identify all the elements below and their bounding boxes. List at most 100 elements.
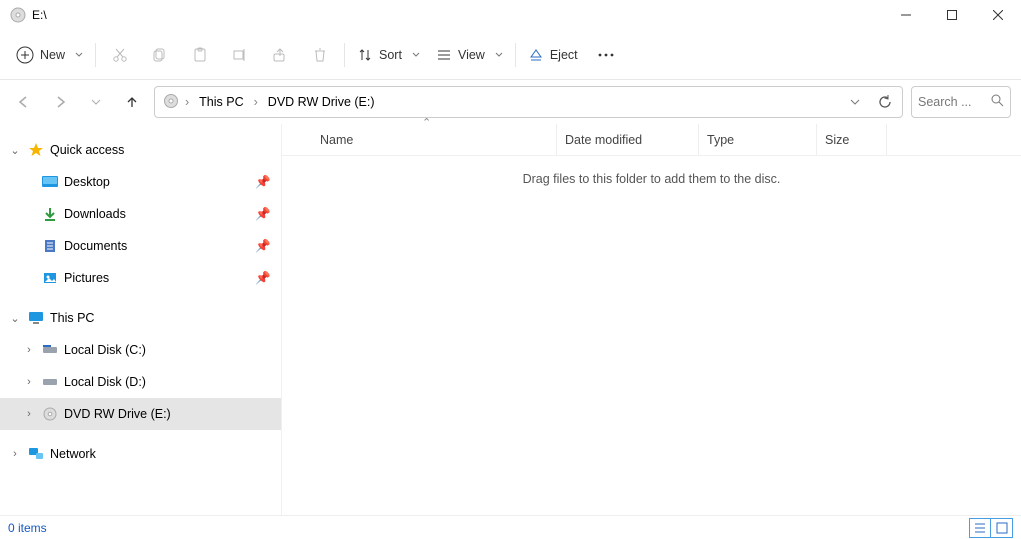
navigation-row: › This PC › DVD RW Drive (E:) Search ...	[0, 80, 1021, 124]
plus-circle-icon	[16, 46, 34, 64]
sidebar-item-label: Quick access	[50, 143, 124, 157]
delete-button[interactable]	[300, 37, 340, 73]
desktop-icon	[40, 176, 60, 188]
copy-icon	[152, 47, 168, 63]
sidebar-item-desktop[interactable]: Desktop 📌	[0, 166, 281, 198]
search-box[interactable]: Search ...	[911, 86, 1011, 118]
separator	[515, 43, 516, 67]
column-name-label: Name	[320, 133, 353, 147]
crumb-dvd-drive[interactable]: DVD RW Drive (E:)	[264, 90, 379, 114]
sort-icon	[357, 47, 373, 63]
eject-label: Eject	[550, 48, 578, 62]
sidebar-item-quick-access[interactable]: ⌄ Quick access	[0, 134, 281, 166]
crumb-this-pc[interactable]: This PC	[195, 90, 247, 114]
column-type[interactable]: Type	[699, 124, 817, 155]
view-mode-buttons	[969, 518, 1013, 538]
more-button[interactable]	[586, 37, 626, 73]
toolbar: New Sort View Eject	[0, 30, 1021, 80]
chevron-right-icon: ›	[22, 344, 36, 356]
empty-folder-message: Drag files to this folder to add them to…	[282, 156, 1021, 186]
sidebar-item-label: Network	[50, 447, 96, 461]
address-dropdown[interactable]	[842, 89, 868, 115]
chevron-right-icon: ›	[22, 408, 36, 420]
column-type-label: Type	[707, 133, 734, 147]
document-icon	[40, 239, 60, 253]
chevron-down-icon	[412, 51, 420, 59]
maximize-button[interactable]	[929, 0, 975, 30]
back-button[interactable]	[10, 88, 38, 116]
ellipsis-icon	[598, 53, 614, 57]
content-area: Name Date modified Type Size Drag files …	[282, 124, 1021, 515]
sidebar-item-downloads[interactable]: Downloads 📌	[0, 198, 281, 230]
address-bar[interactable]: › This PC › DVD RW Drive (E:)	[154, 86, 903, 118]
details-view-button[interactable]	[969, 518, 991, 538]
search-placeholder: Search ...	[918, 95, 991, 109]
minimize-button[interactable]	[883, 0, 929, 30]
sidebar-item-label: Local Disk (D:)	[64, 375, 146, 389]
sidebar-item-pictures[interactable]: Pictures 📌	[0, 262, 281, 294]
window-controls	[883, 0, 1021, 30]
window-title: E:\	[32, 8, 47, 22]
column-name[interactable]: Name	[312, 124, 557, 155]
share-button[interactable]	[260, 37, 300, 73]
share-icon	[272, 47, 288, 63]
sidebar-item-label: Downloads	[64, 207, 126, 221]
sidebar-item-this-pc[interactable]: ⌄ This PC	[0, 302, 281, 334]
sidebar-item-local-disk-c[interactable]: › Local Disk (C:)	[0, 334, 281, 366]
chevron-right-icon: ›	[8, 448, 22, 460]
pin-icon: 📌	[255, 175, 271, 190]
chevron-right-icon: ›	[252, 95, 260, 109]
view-button[interactable]: View	[428, 37, 511, 73]
refresh-button[interactable]	[872, 89, 898, 115]
chevron-down-icon: ⌄	[8, 312, 22, 325]
sidebar-item-label: Documents	[64, 239, 127, 253]
eject-icon	[528, 47, 544, 63]
disc-icon	[40, 407, 60, 421]
column-size-label: Size	[825, 133, 849, 147]
main-area: ⌄ Quick access Desktop 📌 Downloads 📌 Doc…	[0, 124, 1021, 515]
pictures-icon	[40, 271, 60, 285]
sidebar-item-local-disk-d[interactable]: › Local Disk (D:)	[0, 366, 281, 398]
forward-button[interactable]	[46, 88, 74, 116]
sidebar-item-label: Local Disk (C:)	[64, 343, 146, 357]
column-headers: Name Date modified Type Size	[282, 124, 1021, 156]
eject-button[interactable]: Eject	[520, 37, 586, 73]
separator	[95, 43, 96, 67]
separator	[344, 43, 345, 67]
thumbnails-view-button[interactable]	[991, 518, 1013, 538]
sidebar-item-documents[interactable]: Documents 📌	[0, 230, 281, 262]
up-button[interactable]	[118, 88, 146, 116]
status-bar: 0 items	[0, 515, 1021, 539]
cut-button[interactable]	[100, 37, 140, 73]
download-icon	[40, 207, 60, 221]
trash-icon	[312, 47, 328, 63]
sidebar-item-label: Pictures	[64, 271, 109, 285]
view-icon	[436, 47, 452, 63]
rename-icon	[232, 47, 248, 63]
sidebar-item-label: Desktop	[64, 175, 110, 189]
close-button[interactable]	[975, 0, 1021, 30]
network-icon	[26, 447, 46, 461]
sidebar-item-label: DVD RW Drive (E:)	[64, 407, 171, 421]
new-button[interactable]: New	[8, 37, 91, 73]
copy-button[interactable]	[140, 37, 180, 73]
column-date[interactable]: Date modified	[557, 124, 699, 155]
column-size[interactable]: Size	[817, 124, 887, 155]
clipboard-icon	[192, 47, 208, 63]
pin-icon: 📌	[255, 207, 271, 222]
recent-dropdown[interactable]	[82, 88, 110, 116]
chevron-down-icon: ⌄	[8, 144, 22, 157]
search-icon	[991, 94, 1004, 110]
drive-icon	[40, 345, 60, 355]
rename-button[interactable]	[220, 37, 260, 73]
sidebar-item-network[interactable]: › Network	[0, 438, 281, 470]
sidebar-item-dvd-drive[interactable]: › DVD RW Drive (E:)	[0, 398, 281, 430]
chevron-right-icon: ›	[183, 95, 191, 109]
sort-button[interactable]: Sort	[349, 37, 428, 73]
paste-button[interactable]	[180, 37, 220, 73]
sort-label: Sort	[379, 48, 402, 62]
navigation-pane: ⌄ Quick access Desktop 📌 Downloads 📌 Doc…	[0, 124, 282, 515]
chevron-down-icon	[495, 51, 503, 59]
drive-icon	[40, 377, 60, 387]
sidebar-item-label: This PC	[50, 311, 94, 325]
